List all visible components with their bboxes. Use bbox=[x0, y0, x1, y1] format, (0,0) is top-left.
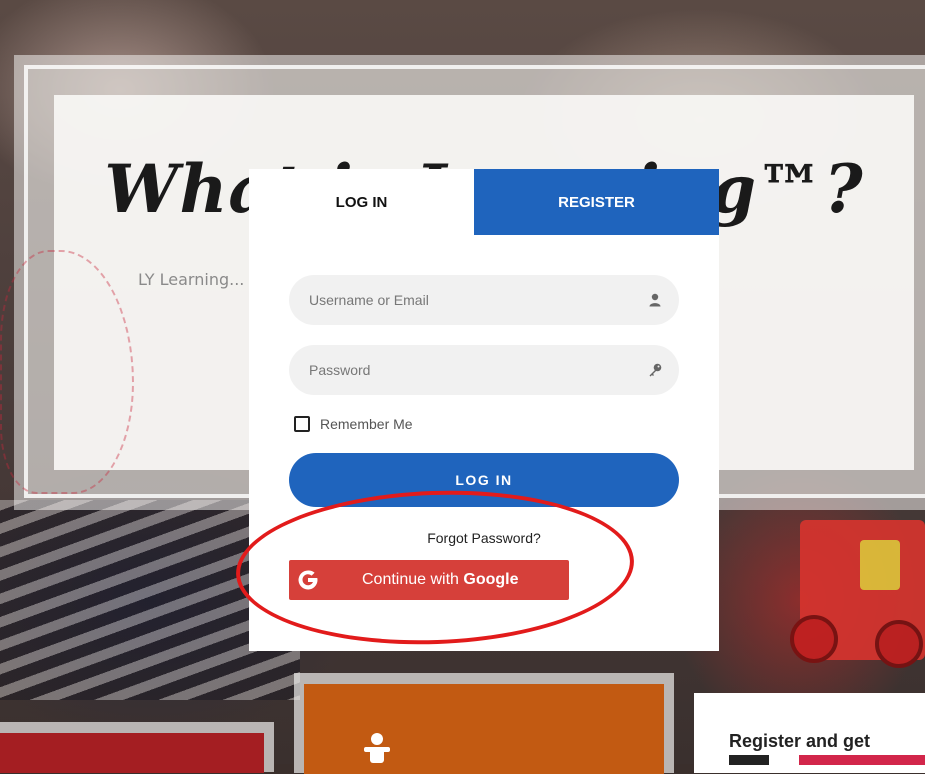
username-input[interactable] bbox=[289, 275, 619, 325]
toy-wheel bbox=[790, 615, 838, 663]
google-login-prefix: Continue with bbox=[362, 571, 464, 588]
register-promo-heading: Register and get bbox=[729, 731, 871, 751]
bottom-card-right[interactable]: Register and get bbox=[694, 693, 925, 773]
password-input[interactable] bbox=[289, 345, 619, 395]
remember-me-checkbox[interactable] bbox=[294, 416, 310, 432]
auth-modal: LOG IN REGISTER Remember Me LOG IN Forgo… bbox=[249, 169, 719, 651]
password-field[interactable] bbox=[289, 345, 679, 395]
user-icon bbox=[649, 293, 661, 307]
tab-login[interactable]: LOG IN bbox=[249, 169, 474, 235]
baby-icon bbox=[364, 733, 390, 763]
remember-me: Remember Me bbox=[294, 415, 413, 433]
background-toy-train bbox=[790, 520, 925, 668]
username-field[interactable] bbox=[289, 275, 679, 325]
google-login-label: Continue with Google bbox=[362, 571, 519, 589]
google-g-icon bbox=[298, 570, 318, 590]
google-login-button[interactable]: Continue with Google bbox=[289, 560, 569, 600]
toy-wheel bbox=[875, 620, 923, 668]
toy-train-window bbox=[860, 540, 900, 590]
tab-register[interactable]: REGISTER bbox=[474, 169, 719, 235]
remember-me-label: Remember Me bbox=[320, 416, 413, 432]
key-icon bbox=[649, 363, 662, 377]
bottom-card-left[interactable] bbox=[0, 733, 264, 773]
forgot-password-link[interactable]: Forgot Password? bbox=[249, 530, 719, 546]
google-brand-text: Google bbox=[463, 571, 519, 588]
auth-tabs: LOG IN REGISTER bbox=[249, 169, 719, 235]
bottom-card-mid[interactable] bbox=[304, 684, 664, 774]
login-button[interactable]: LOG IN bbox=[289, 453, 679, 507]
